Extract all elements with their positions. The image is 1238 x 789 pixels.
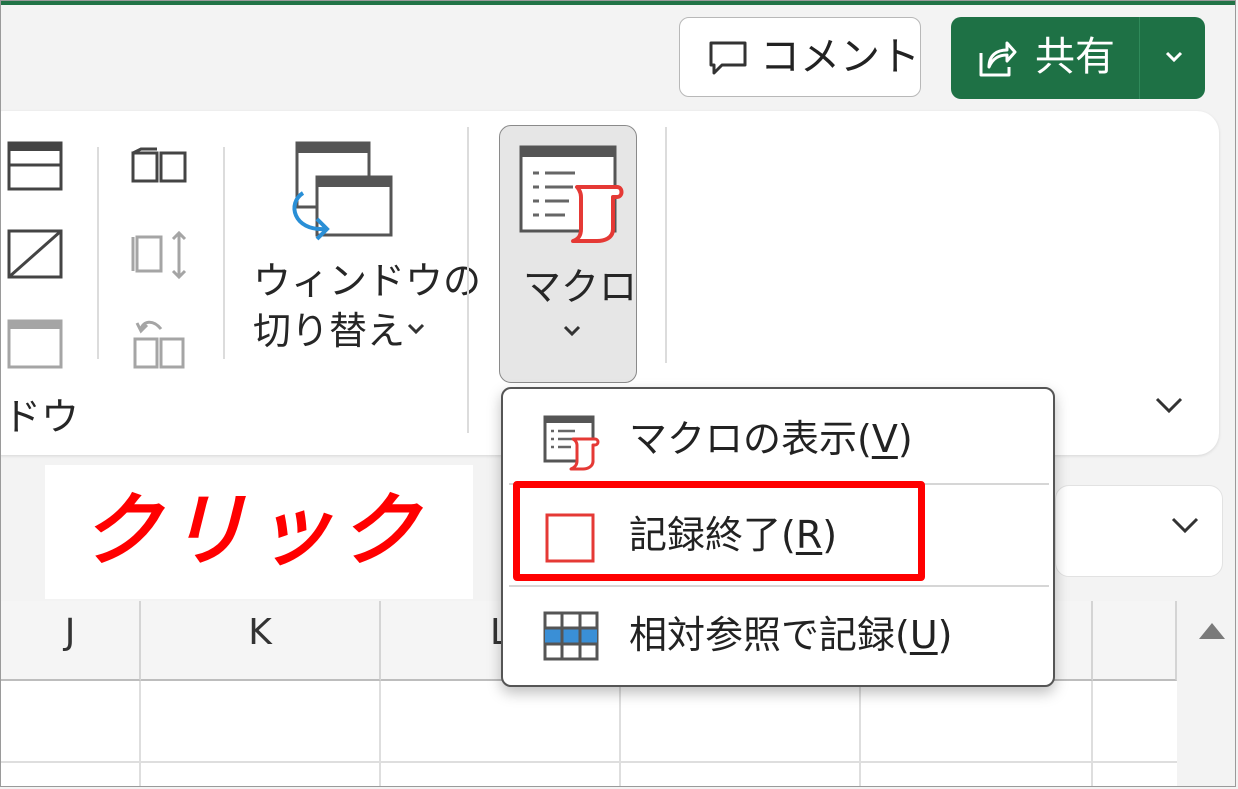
switch-windows-label-line1: ウィンドウの bbox=[253, 259, 482, 303]
chevron-down-icon[interactable] bbox=[1161, 43, 1187, 69]
menu-item-view-macros[interactable]: マクロの表示(V) bbox=[503, 397, 1053, 487]
new-window-icon[interactable] bbox=[7, 141, 63, 191]
column-gridline bbox=[379, 681, 381, 786]
reset-window-position-icon[interactable] bbox=[131, 315, 189, 371]
ribbon-separator bbox=[467, 127, 469, 433]
menu-separator bbox=[509, 585, 1049, 587]
comment-button[interactable]: コメント bbox=[679, 17, 921, 97]
menu-item-relative-reference[interactable]: 相対参照で記録(U) bbox=[503, 593, 1053, 683]
chevron-down-icon[interactable] bbox=[405, 319, 427, 339]
ribbon-expand-chevron-icon[interactable] bbox=[1151, 391, 1187, 421]
click-annotation: クリック bbox=[81, 484, 425, 577]
menu-item-label: 相対参照で記録(U) bbox=[629, 613, 953, 657]
window-group-label: ドウ bbox=[3, 395, 80, 439]
macro-icon bbox=[519, 145, 624, 243]
column-header-j[interactable]: J bbox=[1, 601, 141, 681]
title-accent-line bbox=[1, 1, 1235, 5]
relative-reference-icon bbox=[543, 611, 599, 661]
ribbon-separator bbox=[97, 147, 99, 359]
switch-windows-icon[interactable] bbox=[283, 139, 397, 247]
switch-windows-label-line2: 切り替え bbox=[253, 309, 406, 353]
share-divider bbox=[1139, 17, 1140, 99]
hide-window-icon[interactable] bbox=[7, 319, 63, 369]
column-header-k[interactable]: K bbox=[141, 601, 381, 681]
column-header[interactable] bbox=[1093, 601, 1177, 681]
ribbon-separator bbox=[665, 127, 667, 363]
share-label: 共有 bbox=[1035, 34, 1115, 80]
share-icon bbox=[979, 41, 1017, 77]
row-gridline bbox=[1, 761, 1177, 763]
split-icon[interactable] bbox=[7, 229, 63, 279]
side-by-side-icon[interactable] bbox=[131, 147, 189, 183]
macro-list-icon bbox=[543, 415, 600, 471]
comment-icon bbox=[709, 41, 747, 75]
column-gridline bbox=[859, 681, 861, 786]
column-gridline bbox=[139, 681, 141, 786]
column-gridline bbox=[1091, 681, 1093, 786]
app-frame: コメント 共有 ドウ ウィンドウの 切り替え マクロ J K L クリック マク… bbox=[0, 0, 1236, 787]
highlight-annotation-box bbox=[513, 481, 925, 581]
column-gridline bbox=[619, 681, 621, 786]
chevron-down-icon bbox=[563, 325, 581, 337]
scroll-up-arrow-icon[interactable] bbox=[1197, 619, 1227, 641]
ribbon-separator bbox=[223, 147, 225, 359]
share-button[interactable]: 共有 bbox=[951, 17, 1205, 99]
macro-label: マクロ bbox=[523, 265, 638, 309]
comment-label: コメント bbox=[760, 34, 920, 80]
menu-item-label: マクロの表示(V) bbox=[629, 417, 913, 461]
formula-bar-expand-icon[interactable] bbox=[1167, 511, 1203, 541]
synchronous-scroll-icon[interactable] bbox=[131, 229, 191, 281]
